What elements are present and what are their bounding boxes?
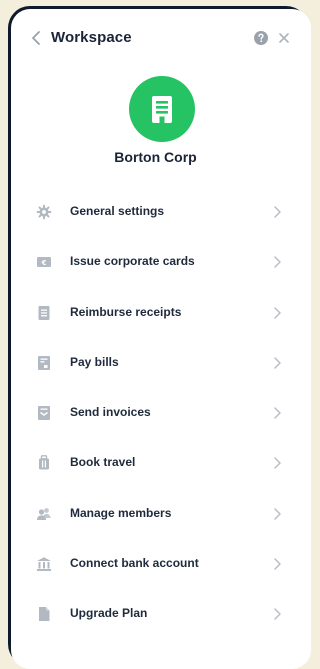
svg-text:€: € xyxy=(41,259,47,267)
menu-item-label: Book travel xyxy=(70,455,136,470)
chevron-right-icon xyxy=(272,306,282,320)
menu-item-label: Send invoices xyxy=(70,405,151,420)
menu-item-label: Pay bills xyxy=(70,354,119,369)
header: Workspace xyxy=(11,9,300,67)
menu-item-label: Reimburse receipts xyxy=(70,304,182,319)
gear-icon xyxy=(36,204,52,220)
page-title: Workspace xyxy=(51,29,132,46)
document-icon xyxy=(36,606,52,622)
menu-item-issue-corporate-cards[interactable]: € Issue corporate cards xyxy=(11,237,300,287)
invoice-icon xyxy=(36,405,52,421)
receipt-icon xyxy=(36,305,52,321)
chevron-right-icon xyxy=(272,456,282,470)
menu-item-book-travel[interactable]: Book travel xyxy=(11,438,300,488)
company-avatar xyxy=(129,76,195,142)
chevron-right-icon xyxy=(272,607,282,621)
menu-item-pay-bills[interactable]: Pay bills xyxy=(11,338,300,388)
chevron-right-icon xyxy=(272,205,282,219)
bank-icon xyxy=(36,556,52,572)
chevron-left-icon[interactable] xyxy=(29,29,45,47)
building-icon xyxy=(152,96,172,123)
close-icon[interactable] xyxy=(277,31,291,45)
menu-item-connect-bank-account[interactable]: Connect bank account xyxy=(11,539,300,589)
menu-item-general-settings[interactable]: General settings xyxy=(11,187,300,237)
menu-item-label: General settings xyxy=(70,204,165,218)
bill-icon xyxy=(36,355,52,371)
menu-item-upgrade-plan[interactable]: Upgrade Plan xyxy=(11,589,300,639)
chevron-right-icon xyxy=(272,557,282,571)
menu-item-reimburse-receipts[interactable]: Reimburse receipts xyxy=(11,288,300,338)
menu-item-label: Issue corporate cards xyxy=(70,254,195,269)
luggage-icon xyxy=(36,455,52,471)
members-icon xyxy=(36,506,52,522)
menu-item-manage-members[interactable]: Manage members xyxy=(11,489,300,539)
menu-item-label: Connect bank account xyxy=(70,556,199,571)
menu-item-send-invoices[interactable]: Send invoices xyxy=(11,388,300,438)
chevron-right-icon xyxy=(272,356,282,370)
chevron-right-icon xyxy=(272,255,282,269)
menu-item-label: Upgrade Plan xyxy=(70,606,148,621)
workspace-panel: Workspace Borton Corp General settings €… xyxy=(11,9,311,669)
workspace-menu: General settings € Issue corporate cards xyxy=(11,187,300,640)
menu-item-label: Manage members xyxy=(70,505,172,520)
company-name: Borton Corp xyxy=(114,149,197,165)
card-icon: € xyxy=(36,254,52,270)
chevron-right-icon xyxy=(272,406,282,420)
question-circle-icon[interactable] xyxy=(253,30,269,46)
chevron-right-icon xyxy=(272,507,282,521)
